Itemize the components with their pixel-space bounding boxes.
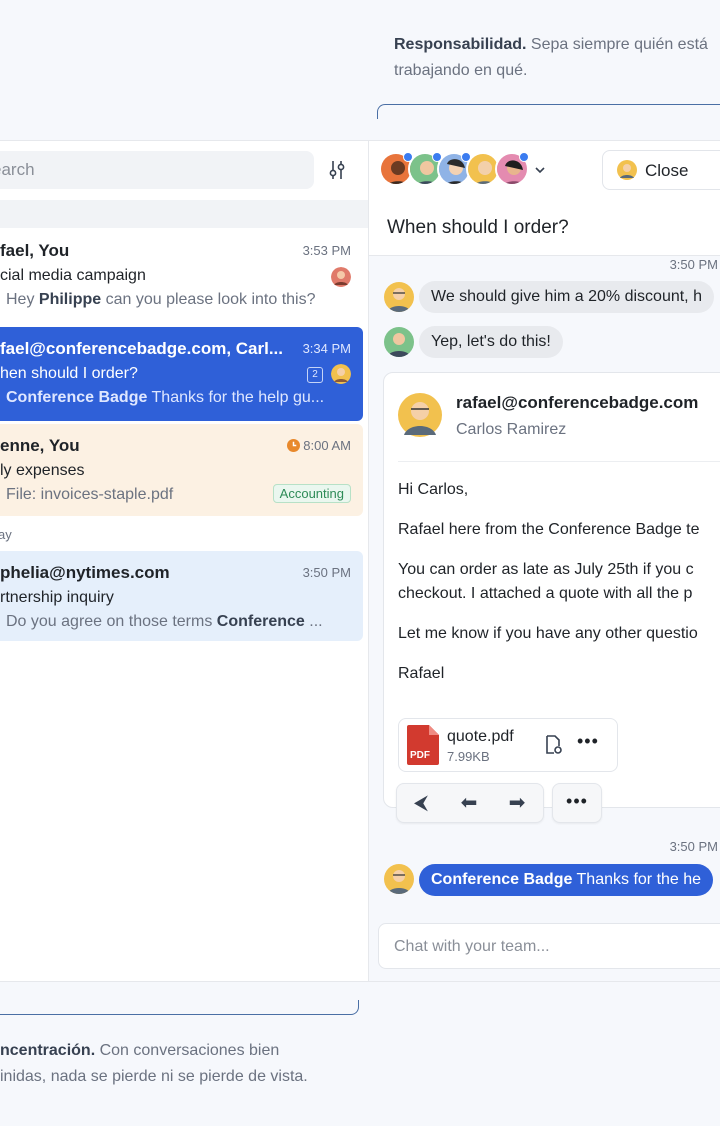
forward-icon[interactable]: ➡ bbox=[493, 784, 541, 822]
conversation-time: 3:50 PM bbox=[302, 565, 351, 580]
conversation-subject-title: When should I order? bbox=[369, 200, 720, 256]
chat-message-mine: Conference Badge Thanks for the he bbox=[419, 864, 714, 896]
email-recipient: Carlos Ramirez bbox=[456, 421, 567, 438]
conversation-item[interactable]: phelia@nytimes.com 3:50 PM rtnership inq… bbox=[0, 551, 363, 641]
conversation-preview: Conference Badge Thanks for the help gu.… bbox=[0, 389, 351, 407]
email-paragraph: You can order as late as July 25th if yo… bbox=[398, 558, 720, 606]
email-message-card: rafael@conferencebadge.com Carlos Ramire… bbox=[383, 372, 720, 823]
snooze-time-label: 8:00 AM bbox=[303, 438, 351, 453]
conversation-participants: fael@conferencebadge.com, Carl... bbox=[0, 339, 283, 358]
app-window: earch fael, You 3:53 PM cial media campa… bbox=[0, 140, 720, 982]
feature-description: inidas, nada se pierde ni se pierde de v… bbox=[0, 1068, 308, 1085]
attachment-card[interactable]: PDF quote.pdf 7.99KB ••• bbox=[398, 718, 618, 772]
conversation-participants: phelia@nytimes.com bbox=[0, 563, 170, 582]
conversation-item[interactable]: enne, You 8:00 AM ly expenses File: invo… bbox=[0, 424, 363, 516]
pdf-file-icon: PDF bbox=[407, 725, 439, 765]
online-indicator bbox=[432, 152, 442, 162]
search-input[interactable]: earch bbox=[0, 151, 314, 189]
preview-mention: Philippe bbox=[38, 291, 102, 308]
conversation-preview: File: invoices-staple.pdf bbox=[6, 486, 174, 503]
conversation-subject: hen should I order? bbox=[0, 365, 138, 382]
avatar bbox=[331, 364, 351, 384]
email-signature: Rafael bbox=[398, 665, 445, 682]
avatar bbox=[331, 267, 351, 287]
chat-input[interactable]: Chat with your team... bbox=[378, 923, 720, 969]
clock-icon bbox=[286, 439, 300, 452]
feature-title: Responsabilidad. bbox=[394, 36, 527, 53]
more-actions-button[interactable]: ••• bbox=[552, 783, 602, 823]
reply-icon[interactable]: ⬅ bbox=[445, 784, 493, 822]
online-indicator bbox=[461, 152, 471, 162]
avatar bbox=[617, 160, 637, 180]
feature-title: ncentración. bbox=[0, 1042, 96, 1059]
conversation-time: 3:53 PM bbox=[302, 243, 351, 258]
conversation-item[interactable]: fael, You 3:53 PM cial media campaign He… bbox=[0, 229, 363, 321]
avatar bbox=[384, 282, 414, 312]
preview-text: Thanks for the help gu... bbox=[147, 389, 325, 406]
email-actions-toolbar: ⮜ ⬅ ➡ bbox=[396, 783, 544, 823]
conversation-participants: fael, You bbox=[0, 241, 70, 260]
avatar bbox=[384, 864, 414, 894]
close-conversation-button[interactable]: Close bbox=[602, 150, 720, 190]
message-count-badge: 2 bbox=[307, 367, 323, 383]
preview-text: Do you agree on those terms bbox=[6, 613, 217, 630]
connector-line bbox=[377, 104, 720, 119]
conversation-panel: Close When should I order? 3:50 PM We sh… bbox=[369, 141, 720, 981]
email-paragraph: Let me know if you have any other questi… bbox=[398, 625, 698, 642]
conversation-header: Close bbox=[369, 141, 720, 201]
connector-line bbox=[0, 1000, 359, 1015]
online-indicator bbox=[403, 152, 413, 162]
preview-text: ... bbox=[304, 613, 323, 630]
feature-text-accountability: Responsabilidad. Sepa siempre quién está… bbox=[394, 32, 720, 84]
attachment-size: 7.99KB bbox=[447, 749, 490, 764]
online-indicator bbox=[519, 152, 529, 162]
message-text: Thanks for the he bbox=[572, 871, 702, 888]
close-button-label: Close bbox=[645, 161, 689, 180]
email-sender: rafael@conferencebadge.com bbox=[456, 393, 699, 412]
message-timestamp: 3:50 PM bbox=[669, 257, 718, 272]
svg-text:PDF: PDF bbox=[410, 750, 430, 761]
conversation-list-panel: earch fael, You 3:53 PM cial media campa… bbox=[0, 141, 369, 981]
divider bbox=[398, 461, 720, 462]
conversation-preview: Do you agree on those terms Conference .… bbox=[0, 613, 351, 631]
message-mention: Conference Badge bbox=[431, 871, 573, 888]
feature-description: Con conversaciones bien bbox=[99, 1042, 280, 1059]
preview-sender: Conference Badge bbox=[6, 389, 148, 406]
email-greeting: Hi Carlos, bbox=[398, 481, 469, 498]
conversation-subject: cial media campaign bbox=[0, 267, 146, 284]
chat-message: Yep, let's do this! bbox=[419, 326, 563, 358]
avatar bbox=[398, 393, 442, 437]
feature-text-focus: ncentración. Con conversaciones bien ini… bbox=[0, 1038, 340, 1090]
conversation-time: 3:34 PM bbox=[302, 341, 351, 356]
preview-text: can you please look into this? bbox=[101, 291, 316, 308]
file-preview-icon[interactable] bbox=[545, 735, 563, 755]
email-line: You can order as late as July 25th if yo… bbox=[398, 561, 694, 578]
preview-sender: Conference bbox=[216, 613, 305, 630]
conversation-subject: ly expenses bbox=[0, 462, 85, 479]
list-section-header bbox=[0, 200, 368, 228]
conversation-item-selected[interactable]: fael@conferencebadge.com, Carl... 3:34 P… bbox=[0, 327, 363, 421]
message-timestamp: 3:50 PM bbox=[669, 839, 718, 854]
email-paragraph: Rafael here from the Conference Badge te bbox=[398, 521, 700, 538]
conversation-subject: rtnership inquiry bbox=[0, 589, 114, 606]
reply-all-icon[interactable]: ⮜ bbox=[397, 784, 445, 822]
filter-sliders-icon[interactable] bbox=[326, 159, 348, 181]
snooze-time: 8:00 AM bbox=[286, 438, 351, 453]
email-line: checkout. I attached a quote with all th… bbox=[398, 585, 693, 602]
conversation-preview: Hey Philippe can you please look into th… bbox=[0, 291, 323, 309]
preview-text: Hey bbox=[6, 291, 39, 308]
label-tag[interactable]: Accounting bbox=[272, 484, 351, 503]
day-divider-label: ay bbox=[0, 527, 12, 542]
chevron-down-icon[interactable] bbox=[534, 165, 546, 175]
email-body: Hi Carlos, Rafael here from the Conferen… bbox=[398, 478, 720, 702]
avatar bbox=[384, 327, 414, 357]
chat-message: We should give him a 20% discount, h bbox=[419, 281, 714, 313]
attachment-name: quote.pdf bbox=[447, 728, 514, 745]
more-options-icon[interactable]: ••• bbox=[577, 731, 599, 752]
